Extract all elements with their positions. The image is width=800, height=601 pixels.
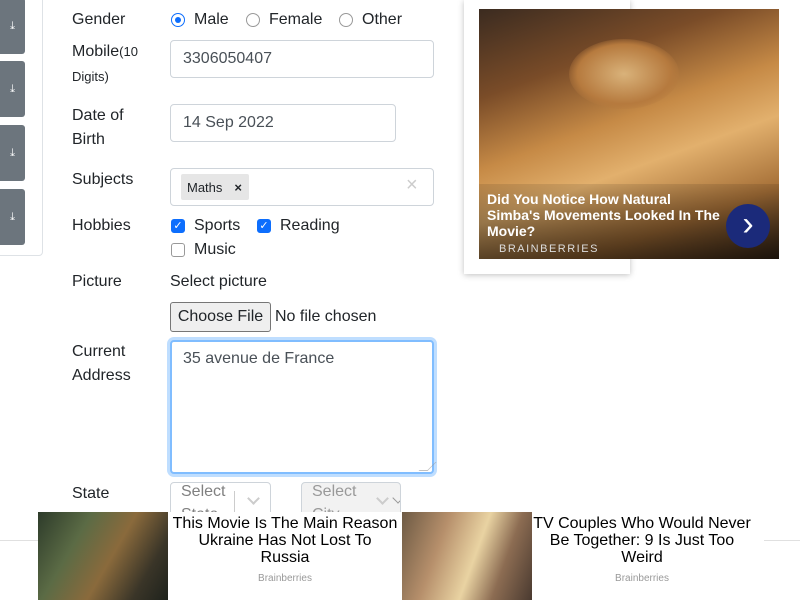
bottom-ad-headline-2[interactable]: TV Couples Who Would Never Be Together: …: [532, 515, 752, 566]
dob-label-line1: Date of: [72, 107, 124, 124]
download-icon: ⤓: [10, 210, 15, 223]
gender-other-label[interactable]: Other: [362, 8, 402, 32]
sidebar-download-button-1[interactable]: ⤓: [0, 0, 25, 54]
current-address-textarea[interactable]: 35 avenue de France: [170, 340, 434, 474]
state-select-divider: [234, 491, 235, 513]
subject-tag: Maths ×: [181, 174, 249, 200]
ad-image-lion-cub[interactable]: Did You Notice How Natural Simba's Movem…: [479, 9, 779, 259]
ad-right-source: BRAINBERRIES: [499, 243, 599, 255]
mobile-hint: (10: [119, 44, 138, 59]
subject-tag-remove-icon[interactable]: ×: [234, 180, 242, 195]
date-of-birth-input[interactable]: 14 Sep 2022: [170, 104, 396, 142]
state-label: State: [72, 485, 110, 502]
chevron-down-icon[interactable]: [247, 492, 260, 505]
hobby-music-label[interactable]: Music: [194, 238, 236, 262]
picture-label: Picture: [72, 273, 122, 290]
select-picture-label: Select picture: [170, 273, 267, 290]
hobby-music-checkbox[interactable]: [171, 243, 185, 257]
choose-file-button[interactable]: Choose File: [170, 302, 271, 332]
bottom-ad-image-2[interactable]: [402, 512, 532, 600]
mobile-label: Mobile(10: [72, 40, 138, 64]
address-label-line2: Address: [72, 367, 131, 384]
download-icon: ⤓: [10, 82, 15, 95]
file-status: No file chosen: [275, 308, 377, 325]
hobbies-label: Hobbies: [72, 217, 131, 234]
gender-other-radio[interactable]: [339, 13, 353, 27]
hobby-reading-checkbox[interactable]: ✓: [257, 219, 271, 233]
mobile-input[interactable]: 3306050407: [170, 40, 434, 78]
hobby-sports-checkbox[interactable]: ✓: [171, 219, 185, 233]
chevron-down-icon[interactable]: [376, 492, 389, 505]
sidebar-download-button-4[interactable]: ⤓: [0, 189, 25, 245]
bottom-ad-source-1: Brainberries: [258, 573, 312, 584]
ad-right-headline[interactable]: Did You Notice How Natural Simba's Movem…: [487, 191, 727, 239]
dob-label-line2: Birth: [72, 131, 105, 148]
gender-label: Gender: [72, 11, 126, 28]
bottom-ad-image-1[interactable]: [38, 512, 168, 600]
address-label-line1: Current: [72, 343, 126, 360]
chevron-down-icon: [392, 492, 400, 504]
subjects-clear-icon[interactable]: ×: [406, 174, 418, 197]
sidebar-download-button-2[interactable]: ⤓: [0, 61, 25, 117]
ad-image-highlight: [569, 39, 679, 109]
bottom-ad-card-2[interactable]: TV Couples Who Would Never Be Together: …: [532, 512, 764, 600]
address-value: 35 avenue de France: [183, 350, 335, 367]
download-icon: ⤓: [10, 146, 15, 159]
bottom-ad-headline-1[interactable]: This Movie Is The Main Reason Ukraine Ha…: [172, 515, 398, 566]
ad-next-arrow-icon[interactable]: ›: [726, 204, 770, 248]
subject-tag-label: Maths: [187, 179, 223, 195]
bottom-ad-card-1[interactable]: This Movie Is The Main Reason Ukraine Ha…: [168, 512, 402, 600]
bottom-ad-source-2: Brainberries: [615, 573, 669, 584]
download-icon: ⤓: [10, 19, 15, 32]
hobby-sports-label[interactable]: Sports: [194, 214, 240, 238]
gender-male-label[interactable]: Male: [194, 8, 229, 32]
mobile-label-text: Mobile: [72, 43, 120, 60]
hobby-reading-label[interactable]: Reading: [280, 214, 340, 238]
gender-female-label[interactable]: Female: [269, 8, 322, 32]
mobile-hint-digits: Digits): [72, 69, 109, 84]
gender-female-radio[interactable]: [246, 13, 260, 27]
subjects-label: Subjects: [72, 171, 134, 188]
gender-male-radio[interactable]: [171, 13, 185, 27]
dob-input-value: 14 Sep 2022: [183, 114, 274, 131]
sidebar-download-button-3[interactable]: ⤓: [0, 125, 25, 181]
mobile-input-value: 3306050407: [183, 50, 272, 67]
